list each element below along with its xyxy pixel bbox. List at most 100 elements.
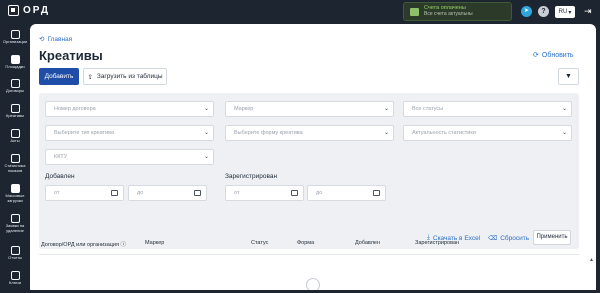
filter-toggle-button[interactable]: ▼ [558, 68, 579, 85]
top-bar: ОРД Счета оплачены Все счета актуальны ➤… [0, 0, 600, 24]
calendar-icon [373, 190, 380, 196]
sidebar-item-label: Ключи [9, 280, 21, 285]
added-label: Добавлен [45, 173, 75, 180]
stats-relevance-select[interactable]: Актуальность статистики ⌄ [403, 125, 572, 141]
sidebar-item-reports[interactable]: Отчеты [0, 246, 30, 261]
logout-icon[interactable]: ⇥ [584, 6, 594, 17]
chevron-down-icon: ⌄ [561, 130, 567, 136]
column-registered[interactable]: Зарегистрирован [415, 240, 459, 246]
column-status[interactable]: Статус [251, 240, 268, 246]
language-value: RU [558, 9, 568, 15]
added-to-placeholder: до [137, 190, 144, 196]
sidebar-item-label: Отчеты [8, 255, 22, 260]
registered-to-placeholder: до [316, 190, 323, 196]
creative-type-placeholder: Выберите тип креатива [54, 130, 115, 136]
registered-from-placeholder: от [234, 190, 240, 196]
added-to-field[interactable]: до [128, 185, 207, 201]
contract-number-placeholder: Номер договора [54, 106, 96, 112]
account-status-text: Счета оплачены Все счета актуальны [424, 5, 473, 17]
logo-text: ОРД [23, 5, 50, 16]
statistics-icon [10, 154, 20, 163]
kktu-placeholder: ККТУ [54, 154, 68, 160]
image-icon [10, 104, 20, 113]
upload-icon: ⇪ [87, 73, 93, 81]
registered-label: Зарегистрирован [225, 173, 278, 180]
logo-icon [8, 5, 19, 16]
sidebar-item-label: Организации [2, 39, 28, 44]
sidebar-item-organizations[interactable]: Организации [0, 30, 30, 45]
arrow-left-icon: ⟲ [39, 36, 45, 43]
creative-form-select[interactable]: Выберите форму креатива ⌄ [225, 125, 394, 141]
column-form[interactable]: Форма [297, 240, 314, 246]
language-select[interactable]: RU ▾ [555, 6, 575, 18]
key-icon [10, 271, 20, 280]
info-icon: ⓘ [120, 242, 127, 248]
sidebar-item-label: Массовые загрузки [5, 193, 25, 203]
sidebar-item-bulk-uploads[interactable]: Массовые загрузки [0, 184, 30, 203]
breadcrumb-home[interactable]: Главная [47, 36, 72, 43]
column-contract-label: Договор/ОРД или организация [41, 242, 119, 248]
sidebar-item-label: Заявки на удаление [5, 223, 25, 233]
refresh-button[interactable]: ⟳ Обновить [533, 51, 574, 60]
sidebar-item-acts[interactable]: Акты [0, 129, 30, 144]
sidebar-item-label: Договоры [6, 88, 24, 93]
added-from-field[interactable]: от [45, 185, 124, 201]
sidebar-item-label: Площадки [5, 64, 25, 69]
upload-label: Загрузить из таблицы [96, 73, 163, 80]
marker-select[interactable]: Маркер ⌄ [225, 101, 394, 117]
filters-panel: Номер договора ⌄ Маркер ⌄ Все статусы ⌄ … [39, 93, 579, 249]
chevron-down-icon: ⌄ [203, 130, 209, 136]
upload-icon [10, 184, 20, 193]
chevron-down-icon: ▾ [568, 9, 572, 16]
breadcrumb[interactable]: ⟲ Главная [39, 35, 72, 44]
calendar-icon [111, 190, 118, 196]
refresh-label: Обновить [541, 51, 574, 59]
table-header: Договор/ОРД или организация ⓘ Маркер Ста… [39, 233, 579, 255]
status-select[interactable]: Все статусы ⌄ [403, 101, 572, 117]
sidebar-item-label: Акты [10, 138, 20, 143]
telegram-icon[interactable]: ➤ [521, 6, 532, 17]
empty-state-icon [306, 278, 320, 290]
scroll-up-icon[interactable]: ▲ [589, 257, 594, 263]
chevron-down-icon: ⌄ [561, 106, 567, 112]
sidebar-item-statistics[interactable]: Статистика показов [0, 154, 30, 173]
column-contract[interactable]: Договор/ОРД или организация ⓘ [41, 240, 126, 248]
chevron-down-icon: ⌄ [203, 154, 209, 160]
users-icon [10, 30, 20, 39]
creative-type-select[interactable]: Выберите тип креатива ⌄ [45, 125, 214, 141]
report-icon [10, 246, 20, 255]
main-content: ⟲ Главная Креативы ⟳ Обновить Добавить ⇪… [30, 24, 596, 290]
column-marker[interactable]: Маркер [145, 240, 164, 246]
sidebar-item-deletion-requests[interactable]: Заявки на удаление [0, 214, 30, 233]
account-status[interactable]: Счета оплачены Все счета актуальны [403, 2, 512, 21]
column-added[interactable]: Добавлен [355, 240, 380, 246]
add-button[interactable]: Добавить [39, 68, 79, 85]
page-title: Креативы [39, 48, 103, 63]
sidebar-item-contracts[interactable]: Договоры [0, 79, 30, 94]
sidebar: Организации Площадки Договоры Креативы А… [0, 24, 30, 293]
sidebar-item-label: Креативы [6, 113, 24, 118]
creative-form-placeholder: Выберите форму креатива [234, 130, 303, 136]
refresh-icon: ⟳ [533, 52, 539, 59]
kktu-select[interactable]: ККТУ ⌄ [45, 149, 214, 165]
document-icon [10, 129, 20, 138]
added-from-placeholder: от [54, 190, 60, 196]
chevron-down-icon: ⌄ [383, 106, 389, 112]
registered-to-field[interactable]: до [307, 185, 386, 201]
sidebar-item-creatives[interactable]: Креативы [0, 104, 30, 119]
chevron-down-icon: ⌄ [383, 130, 389, 136]
wallet-icon [410, 7, 419, 16]
trash-icon [10, 214, 20, 223]
stats-relevance-placeholder: Актуальность статистики [412, 130, 476, 136]
sidebar-item-platforms[interactable]: Площадки [0, 55, 30, 70]
contract-number-select[interactable]: Номер договора ⌄ [45, 101, 214, 117]
registered-from-field[interactable]: от [225, 185, 304, 201]
platform-icon [10, 55, 20, 64]
upload-from-table-button[interactable]: ⇪ Загрузить из таблицы [83, 68, 167, 85]
calendar-icon [194, 190, 201, 196]
sidebar-item-keys[interactable]: Ключи [0, 271, 30, 286]
logo[interactable]: ОРД [8, 5, 50, 16]
sidebar-item-label: Статистика показов [4, 163, 26, 173]
help-icon[interactable]: ? [538, 6, 549, 17]
filter-icon: ▼ [565, 73, 572, 80]
